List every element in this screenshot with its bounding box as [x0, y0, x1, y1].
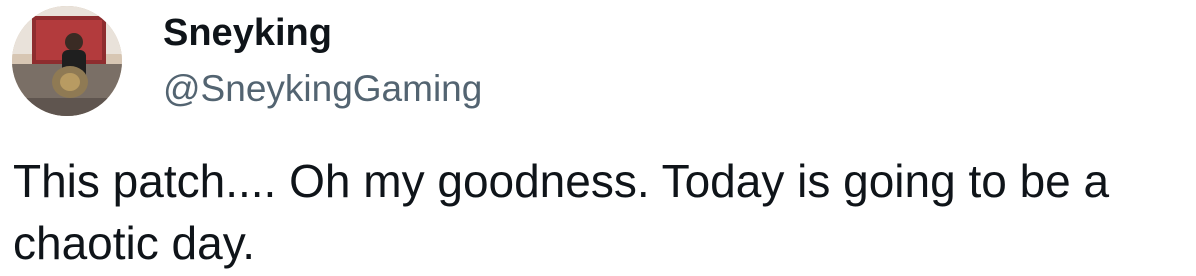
tweet-body-text: This patch.... Oh my goodness. Today is … — [13, 155, 1110, 269]
display-name[interactable]: Sneyking — [163, 8, 332, 58]
avatar-photo-icon — [12, 6, 122, 116]
tweet-card: Sneyking @SneykingGaming This patch.... … — [0, 0, 1196, 276]
avatar[interactable] — [12, 6, 122, 116]
user-handle[interactable]: @SneykingGaming — [163, 64, 482, 114]
